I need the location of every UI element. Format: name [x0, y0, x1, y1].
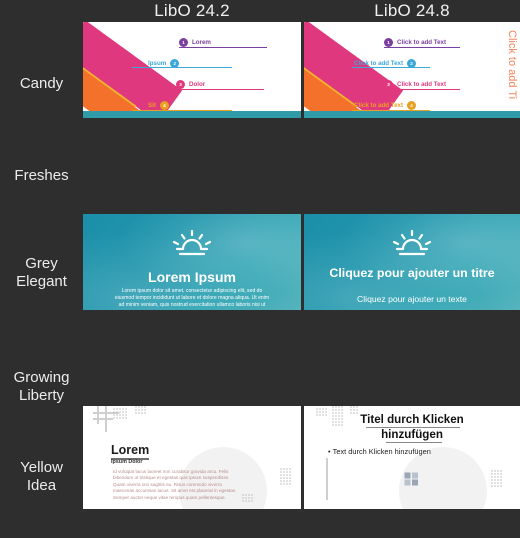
- grey-decor-dots-a: [113, 408, 127, 420]
- grey-decor-dots-d: [491, 470, 502, 488]
- grey-title-underline-1: [366, 427, 460, 429]
- slide-freshes-old[interactable]: Lorem Ipsum Lorem ipsum dolor sit amet, …: [83, 214, 301, 310]
- freshes-subtitle-new[interactable]: Cliquez pour ajouter un texte: [304, 294, 520, 304]
- grey-title-underline-2: [386, 442, 442, 444]
- grey-decor-dots-c: [280, 468, 291, 486]
- candy-rule-3: [384, 89, 460, 90]
- candy-label-2: Ipsum: [148, 60, 167, 67]
- grey-body-text-new: Text durch Klicken hinzufügen: [332, 447, 431, 456]
- row-label-rail: Candy Freshes Grey Elegant Growing Liber…: [0, 22, 83, 538]
- row-label-yellow-idea-2: Idea: [26, 477, 57, 494]
- row-label-yellow-idea-1: Yellow: [20, 459, 63, 476]
- freshes-title-new[interactable]: Cliquez pour ajouter un titre: [304, 266, 520, 280]
- candy-rule-1: [179, 47, 267, 48]
- candy-label-4: Sit: [148, 102, 156, 109]
- grey-body-old[interactable]: Id volutpat lacus laoreet non curabitur …: [113, 469, 243, 501]
- grey-decor-bar-d: [93, 418, 113, 420]
- candy-item-3[interactable]: 3 Dolor: [176, 80, 205, 89]
- candy-footer-band: [304, 111, 520, 118]
- grey-decor-bar-a: [97, 406, 99, 424]
- grey-subtitle-old[interactable]: Ipsum Dolor: [111, 459, 142, 465]
- row-label-freshes: Freshes: [14, 167, 69, 184]
- candy-rule-1: [384, 47, 460, 48]
- grey-decor-dots-d: [242, 494, 253, 503]
- grey-title-old[interactable]: Lorem: [111, 443, 150, 460]
- row-label-grey-elegant-2: Elegant: [16, 273, 67, 290]
- candy-item-3[interactable]: 3 Click to add Text: [384, 80, 446, 89]
- row-label-growing-liberty-2: Liberty: [18, 387, 65, 404]
- candy-item-1[interactable]: 1 Click to add Text: [384, 38, 446, 47]
- slide-candy-new[interactable]: 1 Click to add Text Click to add Text 2 …: [304, 22, 520, 118]
- candy-item-4[interactable]: Click to add Text 4: [354, 101, 417, 110]
- sun-icon: [389, 229, 435, 265]
- grey-body-new[interactable]: • Text durch Klicken hinzufügen: [328, 447, 431, 456]
- column-headers: LibO 24.2 LibO 24.8: [0, 0, 520, 22]
- candy-item-1[interactable]: 1 Lorem: [179, 38, 211, 47]
- candy-badge-4: 4: [407, 101, 417, 110]
- row-label-grey-elegant-1: Grey: [25, 255, 58, 272]
- column-libo-242: 1 Lorem Ipsum 2 3 Dolor Sit 4 Lorem Ipsu…: [83, 22, 301, 538]
- slide-freshes-new[interactable]: Cliquez pour ajouter un titre Cliquez po…: [304, 214, 520, 310]
- slide-grey-elegant-old[interactable]: Lorem Ipsum Dolor Id volutpat lacus laor…: [83, 406, 301, 509]
- header-libo-248: LibO 24.8: [374, 1, 450, 20]
- grey-decor-bar-a: [326, 458, 328, 500]
- slide-grey-elegant-new[interactable]: Titel durch Klicken hinzufügen • Text du…: [304, 406, 520, 509]
- candy-label-1: Click to add Text: [397, 39, 447, 46]
- candy-item-4[interactable]: Sit 4: [148, 101, 169, 110]
- comparison-grid: LibO 24.2 LibO 24.8 Candy Freshes Grey E…: [0, 0, 520, 538]
- candy-badge-3: 3: [384, 80, 393, 89]
- header-libo-242: LibO 24.2: [154, 1, 230, 20]
- candy-rule-3: [176, 89, 264, 90]
- sun-icon: [169, 229, 215, 265]
- candy-vertical-text[interactable]: Click to add Ti: [506, 30, 518, 114]
- candy-label-1: Lorem: [192, 39, 211, 46]
- content-placeholder-icon[interactable]: [404, 472, 419, 486]
- candy-label-3: Click to add Text: [397, 81, 447, 88]
- freshes-body-old[interactable]: Lorem ipsum dolor sit amet, consectetur …: [113, 288, 271, 310]
- candy-label-3: Dolor: [189, 81, 206, 88]
- slide-candy-old[interactable]: 1 Lorem Ipsum 2 3 Dolor Sit 4: [83, 22, 301, 118]
- candy-label-4: Click to add Text: [354, 102, 404, 109]
- freshes-title-old[interactable]: Lorem Ipsum: [83, 269, 301, 285]
- candy-badge-1: 1: [179, 38, 188, 47]
- candy-label-2: Click to add Text: [354, 60, 404, 67]
- candy-badge-1: 1: [384, 38, 393, 47]
- candy-footer-band: [83, 111, 301, 118]
- candy-badge-4: 4: [159, 101, 169, 110]
- grey-decor-dots-b: [135, 406, 146, 415]
- row-label-growing-liberty-1: Growing: [13, 369, 70, 386]
- candy-rule-2: [352, 67, 430, 68]
- row-label-candy: Candy: [19, 75, 64, 92]
- candy-rule-2: [132, 67, 232, 68]
- grey-decor-dots-a: [316, 408, 327, 417]
- column-libo-248: 1 Click to add Text Click to add Text 2 …: [304, 22, 520, 538]
- candy-badge-3: 3: [176, 80, 185, 89]
